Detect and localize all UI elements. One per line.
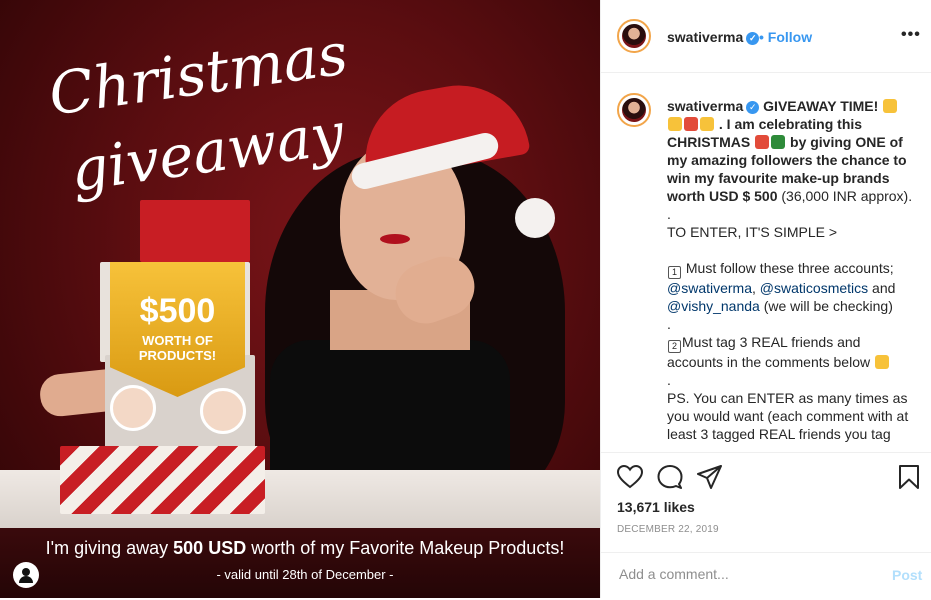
ps-text: PS. You can ENTER as many times as you w… <box>667 390 909 442</box>
woman-lips <box>380 234 410 244</box>
dot-line: . <box>667 372 671 388</box>
post-comment-button[interactable]: Post <box>892 567 922 583</box>
likes-count[interactable]: 13,671 likes <box>617 499 695 515</box>
checking-text: (we will be checking) <box>759 298 893 314</box>
woman-dress <box>270 340 510 490</box>
shocked-emoji-icon <box>883 99 898 113</box>
tagged-user-icon[interactable] <box>13 562 39 588</box>
comments-area[interactable]: swativerma ✓ GIVEAWAY TIME! . I am celebr… <box>601 72 931 452</box>
caption-main: I'm giving away 500 USD worth of my Favo… <box>0 538 600 559</box>
header-username[interactable]: swativerma ✓ <box>667 29 760 45</box>
separator: , <box>752 280 760 296</box>
caption-sub: - valid until 28th of December - <box>216 567 394 582</box>
price-label: $500 <box>139 292 216 330</box>
caption-pre: I'm giving away <box>45 538 174 558</box>
money-bag-emoji-icon <box>668 117 682 131</box>
add-comment-input[interactable] <box>617 565 871 583</box>
celebrating-text: . I am celebrating this <box>718 116 863 132</box>
add-comment-row: Post <box>601 552 931 600</box>
comment-bubble-icon[interactable] <box>657 465 683 489</box>
caption-bold: 500 USD <box>173 538 247 558</box>
share-send-icon[interactable] <box>697 465 723 489</box>
worth-line2: PRODUCTS! <box>138 348 217 363</box>
post-date: DECEMBER 22, 2019 <box>617 524 719 535</box>
gift-emoji-icon <box>684 117 698 131</box>
post-image[interactable]: Christmas giveaway $500 WORTH OF PRODUCT… <box>0 0 600 598</box>
avatar[interactable] <box>617 19 651 53</box>
gift-box-top <box>140 200 250 262</box>
santa-print <box>110 385 156 431</box>
tree-emoji-icon <box>771 135 786 149</box>
rule1-text: Must follow these three accounts; <box>682 260 894 276</box>
post-actions: 13,671 likes DECEMBER 22, 2019 Post <box>601 452 931 599</box>
approx-text: (36,000 INR approx). <box>777 188 913 204</box>
caption-post: worth of my Favorite Makeup Products! <box>246 538 565 558</box>
worth-label: WORTH OF PRODUCTS! <box>110 333 245 363</box>
mention-link[interactable]: @swaticosmetics <box>760 280 868 296</box>
and-text: and <box>868 280 896 296</box>
giveaway-text: GIVEAWAY TIME! <box>763 98 879 114</box>
santa-print <box>200 388 246 434</box>
worth-line1: WORTH OF <box>142 333 213 348</box>
dot-line: . <box>667 316 671 332</box>
verified-badge-icon: ✓ <box>746 31 760 45</box>
santa-hat-pompom <box>515 198 555 238</box>
star-struck-emoji-icon <box>700 117 714 131</box>
christmas-text: CHRISTMAS <box>667 134 751 150</box>
bookmark-save-icon[interactable] <box>898 465 920 489</box>
rule2-text: Must tag 3 REAL friends and accounts in … <box>667 334 871 370</box>
like-heart-icon[interactable] <box>617 465 643 489</box>
gift-box-striped <box>60 446 265 514</box>
mention-link[interactable]: @swativerma <box>667 280 752 296</box>
keycap-2-icon: 2 <box>668 340 681 353</box>
post-header: swativerma ✓ • Follow ••• <box>601 0 931 73</box>
more-options-icon[interactable]: ••• <box>901 26 921 44</box>
follow-button[interactable]: • Follow <box>759 29 812 45</box>
pointing-down-emoji-icon <box>875 355 889 369</box>
santa-emoji-icon <box>755 135 770 149</box>
instagram-post: Christmas giveaway $500 WORTH OF PRODUCT… <box>0 0 931 598</box>
comment-avatar[interactable] <box>617 93 651 127</box>
keycap-1-icon: 1 <box>668 266 681 279</box>
verified-badge-icon: ✓ <box>746 100 760 114</box>
dot-line: . <box>667 206 671 222</box>
to-enter-text: TO ENTER, IT'S SIMPLE > <box>667 224 838 240</box>
caption-comment: swativerma ✓ GIVEAWAY TIME! . I am celebr… <box>667 97 913 443</box>
mention-link[interactable]: @vishy_nanda <box>667 298 760 314</box>
comment-username[interactable]: swativerma <box>667 98 743 114</box>
post-panel: swativerma ✓ • Follow ••• swativerma ✓ GIV… <box>600 0 931 598</box>
